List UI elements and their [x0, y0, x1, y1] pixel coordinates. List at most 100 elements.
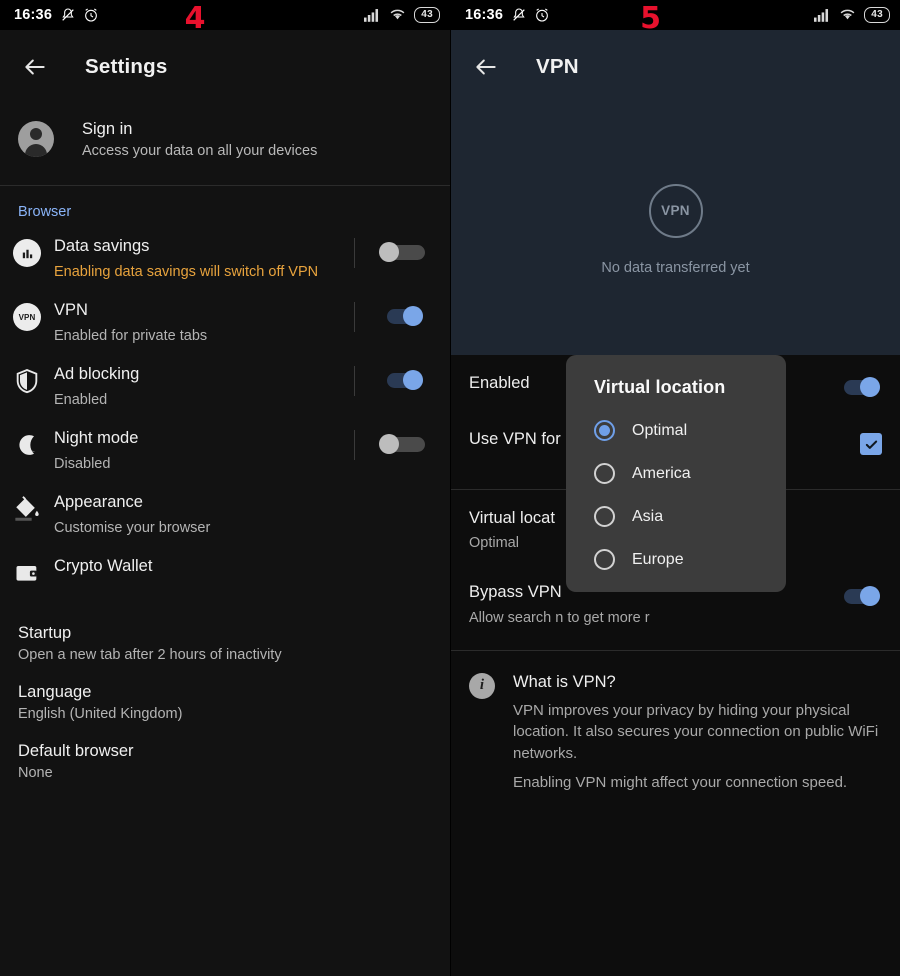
status-right-icons: 43	[364, 7, 440, 23]
setting-row-crypto-wallet[interactable]: Crypto Wallet	[0, 540, 450, 604]
signal-icon	[814, 9, 829, 22]
row-title: Data savings	[54, 237, 150, 256]
info-text: What is VPN? VPN improves your privacy b…	[513, 673, 882, 793]
row-icon-slot: VPN	[0, 300, 54, 332]
toggle-knob	[860, 586, 880, 607]
row-subtitle: English (United Kingdom)	[18, 706, 183, 723]
row-control	[354, 236, 450, 269]
row-icon-slot	[0, 492, 54, 523]
night-mode-toggle[interactable]	[379, 434, 425, 455]
option-label: Europe	[632, 550, 684, 568]
dialog-option-europe[interactable]: Europe	[566, 527, 786, 570]
dialog-option-asia[interactable]: Asia	[566, 484, 786, 527]
vpn-toggle[interactable]	[379, 306, 425, 327]
back-arrow-icon[interactable]	[473, 54, 499, 80]
info-icon: i	[469, 672, 495, 699]
row-icon-slot	[0, 364, 54, 395]
row-subtitle: Customise your browser	[54, 519, 211, 536]
paint-bucket-icon	[15, 496, 39, 522]
row-subtitle: Open a new tab after 2 hours of inactivi…	[18, 647, 282, 664]
bar-chart-icon	[13, 239, 41, 268]
setting-row-ad-blocking[interactable]: Ad blocking Enabled	[0, 348, 450, 412]
status-left-icons	[60, 7, 99, 23]
status-bar-right: 16:36 43 5	[451, 0, 900, 34]
radio-selected-icon[interactable]	[594, 420, 615, 441]
row-icon-slot	[0, 428, 54, 459]
row-title: Language	[18, 683, 92, 702]
setting-row-startup[interactable]: Startup Open a new tab after 2 hours of …	[0, 604, 450, 663]
status-left-icons	[511, 7, 550, 23]
check-icon	[865, 440, 877, 449]
bypass-vpn-toggle[interactable]	[836, 586, 882, 607]
row-text: VPN Enabled for private tabs	[54, 300, 354, 346]
radio-unselected-icon[interactable]	[594, 506, 615, 527]
radio-unselected-icon[interactable]	[594, 549, 615, 570]
info-paragraph-1: VPN improves your privacy by hiding your…	[513, 701, 879, 762]
setting-row-vpn[interactable]: VPN VPN Enabled for private tabs	[0, 284, 450, 348]
status-time: 16:36	[465, 7, 504, 23]
row-subtitle: Enabling data savings will switch off VP…	[54, 263, 319, 280]
page-title: Settings	[85, 55, 168, 78]
row-icon-slot	[0, 556, 54, 587]
setting-row-appearance[interactable]: Appearance Customise your browser	[0, 476, 450, 540]
row-control	[354, 300, 450, 333]
row-control	[354, 492, 450, 498]
moon-icon	[19, 435, 36, 456]
shield-icon	[16, 369, 38, 394]
status-right-icons: 43	[814, 7, 890, 23]
option-label: Asia	[632, 507, 664, 525]
bell-muted-icon	[62, 8, 74, 21]
settings-screen: 16:36 43 4 Settings Sign in Access your …	[0, 0, 450, 976]
toggle-knob	[403, 306, 423, 327]
sign-in-row[interactable]: Sign in Access your data on all your dev…	[0, 104, 450, 185]
row-title: Startup	[18, 624, 72, 643]
control-separator	[354, 302, 355, 333]
row-text: Night mode Disabled	[54, 428, 354, 474]
row-title: Ad blocking	[54, 365, 140, 384]
row-title: Default browser	[18, 742, 134, 761]
vpn-hero-panel: VPN No data transferred yet	[451, 104, 900, 355]
setting-row-language[interactable]: Language English (United Kingdom)	[0, 663, 450, 722]
ad-blocking-toggle[interactable]	[379, 370, 425, 391]
sign-in-title: Sign in	[82, 120, 133, 138]
vpn-enabled-toggle[interactable]	[836, 377, 882, 397]
signal-icon	[364, 9, 379, 22]
settings-appbar: Settings	[0, 30, 450, 104]
vpn-logo-icon: VPN	[648, 183, 703, 238]
back-arrow-icon[interactable]	[22, 54, 48, 80]
battery-icon: 43	[414, 7, 440, 23]
toggle-knob	[403, 370, 423, 391]
row-text: Crypto Wallet	[54, 556, 354, 577]
data-savings-toggle[interactable]	[379, 242, 425, 263]
row-icon-slot	[0, 236, 54, 268]
virtual-location-dialog[interactable]: Virtual location Optimal America Asia Eu…	[566, 355, 786, 592]
vpn-screen: 16:36 43 5 VPN VPN No data transferred y…	[450, 0, 900, 976]
setting-row-data-savings[interactable]: Data savings Enabling data savings will …	[0, 220, 450, 284]
row-text: Appearance Customise your browser	[54, 492, 354, 538]
info-paragraph-2: Enabling VPN might affect your connectio…	[513, 773, 848, 791]
dialog-option-optimal[interactable]: Optimal	[566, 398, 786, 441]
row-control	[354, 556, 450, 562]
dialog-option-america[interactable]: America	[566, 441, 786, 484]
use-vpn-for-checkbox[interactable]	[860, 433, 882, 455]
wifi-icon	[840, 9, 855, 20]
wifi-icon	[390, 9, 405, 20]
row-text: Data savings Enabling data savings will …	[54, 236, 354, 282]
row-control	[826, 508, 882, 512]
setting-row-night-mode[interactable]: Night mode Disabled	[0, 412, 450, 476]
avatar	[18, 120, 54, 157]
info-title: What is VPN?	[513, 672, 616, 691]
control-separator	[354, 366, 355, 397]
row-control	[354, 364, 450, 397]
sign-in-subtitle: Access your data on all your devices	[82, 143, 318, 160]
wallet-icon	[16, 566, 37, 581]
control-separator	[354, 238, 355, 269]
dual-screenshot: 16:36 43 4 Settings Sign in Access your …	[0, 0, 900, 976]
sign-in-text: Sign in Access your data on all your dev…	[82, 118, 317, 159]
radio-unselected-icon[interactable]	[594, 463, 615, 484]
vpn-status-text: No data transferred yet	[601, 259, 750, 276]
option-label: Optimal	[632, 421, 688, 439]
section-header-browser: Browser	[18, 204, 72, 221]
row-control	[826, 429, 882, 455]
setting-row-default-browser[interactable]: Default browser None	[0, 722, 450, 781]
